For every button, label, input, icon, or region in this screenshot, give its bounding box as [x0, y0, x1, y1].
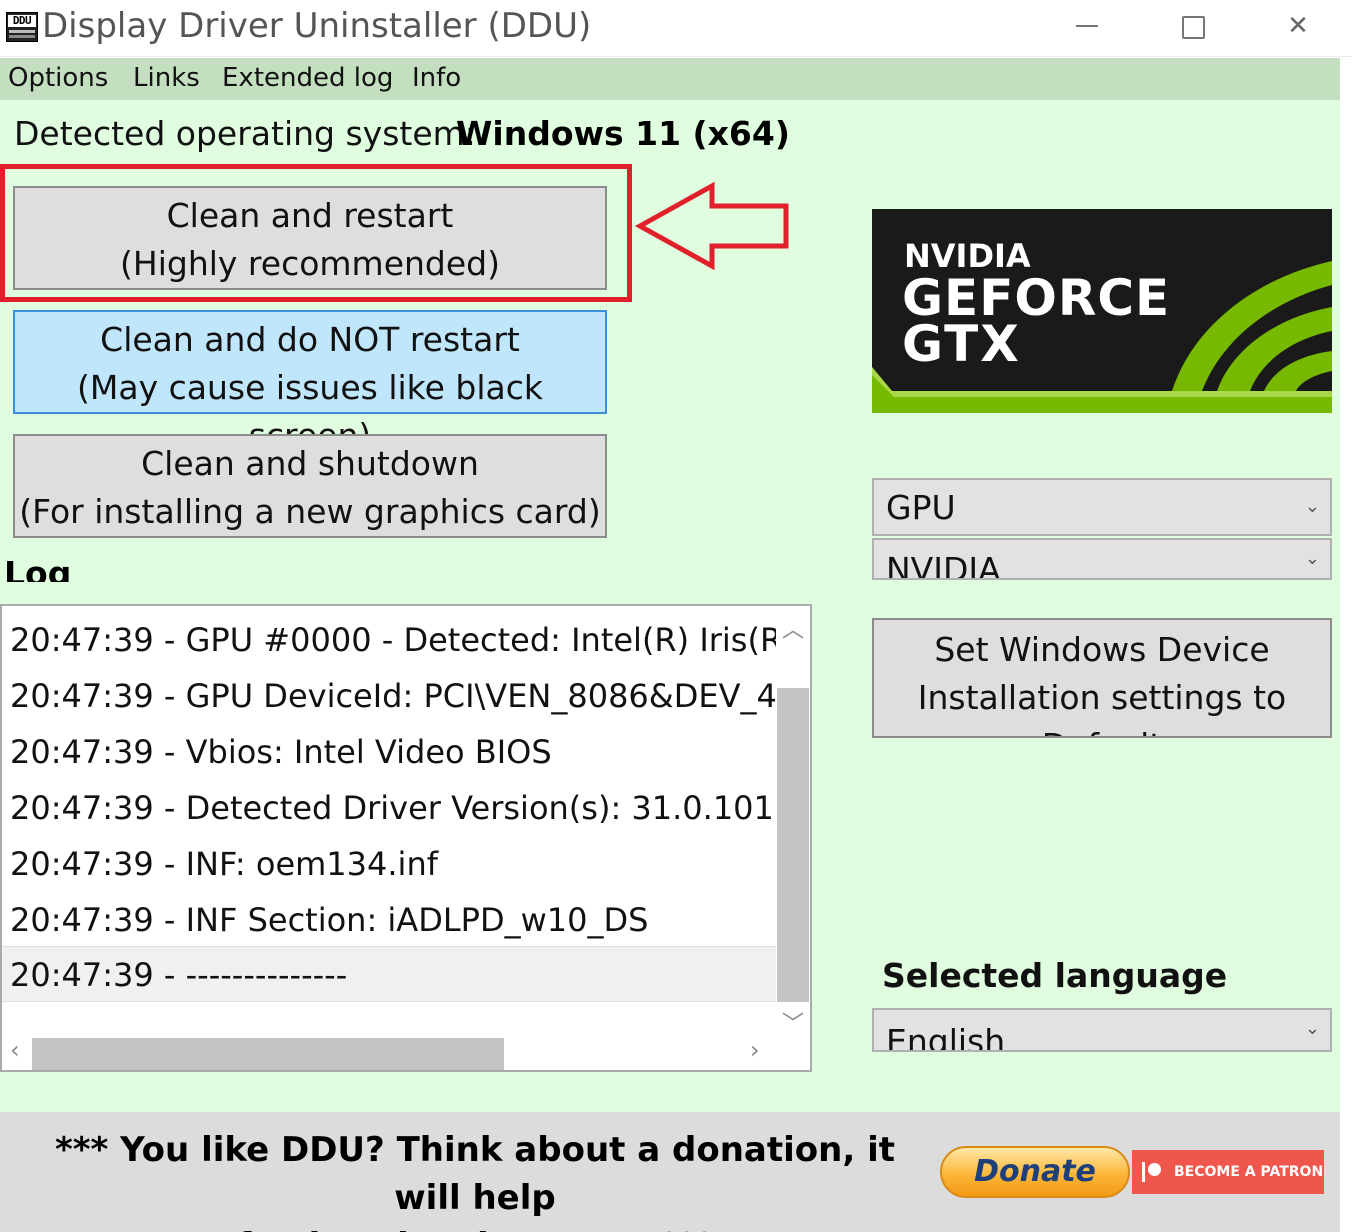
button-line: Installation settings to	[917, 678, 1287, 717]
set-device-installation-default-button[interactable]: Set Windows Device Installation settings…	[872, 618, 1332, 738]
button-line: Set Windows Device	[934, 630, 1270, 669]
clean-no-restart-button[interactable]: Clean and do NOT restart (May cause issu…	[13, 310, 607, 455]
device-type-select[interactable]: GPU ⌄	[872, 478, 1332, 536]
app-icon-label: DDU	[8, 15, 36, 27]
menu-bar: Options Links Extended log Info	[0, 58, 1340, 100]
os-label: Detected operating system:	[14, 114, 476, 153]
log-line[interactable]: 20:47:39 - Detected Driver Version(s): 3…	[2, 780, 776, 836]
scroll-right-icon[interactable]: ›	[750, 1036, 760, 1064]
log-horizontal-scrollbar[interactable]: ‹ ›	[2, 1036, 776, 1070]
log-line-selected[interactable]: 20:47:39 - --------------	[2, 946, 776, 1002]
app-icon-bar	[9, 30, 35, 33]
language-label: Selected language	[882, 956, 1228, 995]
log-line[interactable]: 20:47:39 - GPU #0000 - Detected: Intel(R…	[2, 612, 776, 668]
gtx-text: GTX	[902, 315, 1021, 373]
scrollbar-corner	[776, 1036, 810, 1070]
scroll-up-icon[interactable]: ︿	[782, 612, 804, 644]
button-line: Clean and do NOT restart	[100, 320, 520, 359]
donation-message-line: further development. ***	[20, 1222, 930, 1232]
donation-message: *** You like DDU? Think about a donation…	[20, 1126, 930, 1232]
log-line[interactable]: 20:47:39 - INF Section: iADLPD_w10_DS	[2, 892, 776, 948]
scroll-left-icon[interactable]: ‹	[10, 1036, 20, 1064]
log-listbox[interactable]: 20:47:39 - GPU #0000 - Detected: Intel(R…	[0, 604, 812, 1072]
nvidia-geforce-gtx-logo: NVIDIA GEFORCE GTX	[872, 209, 1332, 413]
close-button[interactable]: ✕	[1278, 8, 1318, 44]
button-line: Clean and shutdown	[141, 444, 479, 483]
vendor-value: NVIDIA	[886, 550, 1001, 580]
log-vertical-scrollbar[interactable]: ︿ ﹀	[776, 606, 810, 1038]
language-select[interactable]: English ⌄	[872, 1008, 1332, 1052]
button-line: (For installing a new graphics card)	[19, 492, 601, 531]
app-icon-bar	[9, 35, 35, 38]
horizontal-scroll-thumb[interactable]	[32, 1038, 504, 1070]
patron-label: BECOME A PATRON	[1174, 1164, 1324, 1180]
scroll-down-icon[interactable]: ﹀	[782, 1006, 804, 1038]
donate-button[interactable]: Donate	[940, 1146, 1130, 1198]
log-line[interactable]: 20:47:39 - INF: oem134.inf	[2, 836, 776, 892]
ddu-app-icon: DDU	[6, 12, 38, 42]
language-value: English	[886, 1022, 1006, 1052]
menu-links[interactable]: Links	[133, 63, 200, 93]
vertical-scroll-thumb[interactable]	[777, 688, 809, 1002]
menu-options[interactable]: Options	[8, 63, 108, 93]
menu-extended-log[interactable]: Extended log	[222, 63, 393, 93]
button-line: Default	[874, 722, 1330, 736]
window-title: Display Driver Uninstaller (DDU)	[42, 6, 592, 46]
device-type-value: GPU	[886, 488, 956, 527]
donation-footer: *** You like DDU? Think about a donation…	[0, 1112, 1340, 1232]
chevron-down-icon: ⌄	[1304, 496, 1320, 517]
patreon-icon	[1142, 1162, 1162, 1182]
become-patron-button[interactable]: BECOME A PATRON	[1132, 1150, 1324, 1194]
highlight-annotation-box	[0, 164, 632, 302]
minimize-button[interactable]	[1068, 8, 1108, 44]
window-edge	[1340, 58, 1352, 1232]
maximize-button[interactable]	[1173, 8, 1213, 44]
clean-and-shutdown-button[interactable]: Clean and shutdown (For installing a new…	[13, 434, 607, 538]
log-label: Log	[4, 554, 72, 582]
os-value: Windows 11 (x64)	[456, 114, 790, 153]
menu-info[interactable]: Info	[412, 63, 461, 93]
donation-message-line: *** You like DDU? Think about a donation…	[55, 1130, 895, 1218]
log-line[interactable]: 20:47:39 - Vbios: Intel Video BIOS	[2, 724, 776, 780]
log-line[interactable]: 20:47:39 - GPU DeviceId: PCI\VEN_8086&DE…	[2, 668, 776, 724]
red-arrow-annotation-icon	[634, 182, 789, 270]
title-bar: DDU Display Driver Uninstaller (DDU) ✕	[0, 0, 1352, 57]
vendor-select[interactable]: NVIDIA ⌄	[872, 538, 1332, 580]
chevron-down-icon: ⌄	[1304, 548, 1320, 569]
chevron-down-icon: ⌄	[1304, 1018, 1320, 1039]
main-panel: Detected operating system: Windows 11 (x…	[0, 100, 1340, 1112]
